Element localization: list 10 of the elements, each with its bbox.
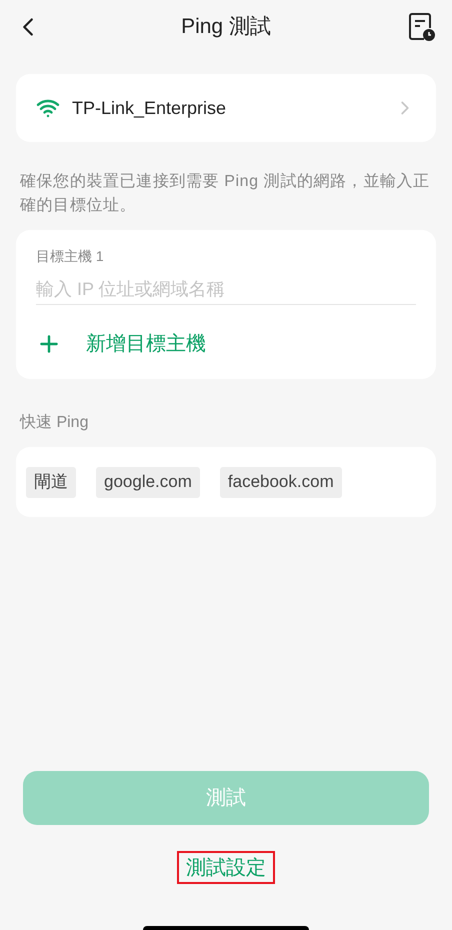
host-input-field[interactable]: 輸入 IP 位址或網域名稱 [36, 275, 416, 305]
instruction-text: 確保您的裝置已連接到需要 Ping 測試的網路，並輸入正確的目標位址。 [19, 172, 431, 216]
section-title: 快速 Ping [18, 412, 90, 433]
network-row[interactable]: TP-Link_Enterprise [16, 74, 436, 142]
quick-ping-chip[interactable]: 閘道 [26, 466, 76, 498]
quick-ping-chip[interactable]: facebook.com [220, 466, 342, 498]
page-title: Ping 測試 [181, 14, 271, 40]
quick-ping-chip[interactable]: google.com [96, 466, 200, 498]
field-label: 目標主機 1 [36, 247, 105, 266]
history-icon[interactable] [408, 12, 436, 42]
